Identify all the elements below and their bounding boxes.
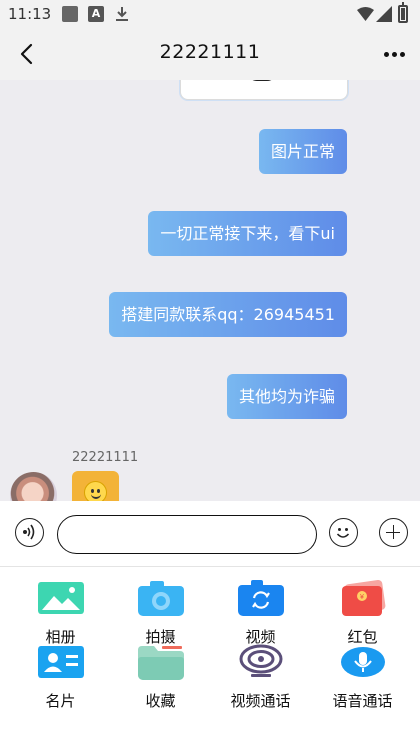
image-message[interactable]: [180, 80, 348, 100]
svg-text:¥: ¥: [360, 594, 364, 601]
chat-header: 22221111: [0, 28, 420, 80]
status-time: 11:13: [8, 5, 52, 23]
panel-label: 视频通话: [230, 692, 291, 710]
message-bubble[interactable]: 一切正常接下来，看下ui: [148, 211, 347, 256]
square-icon: [62, 6, 78, 22]
video-icon: [237, 580, 284, 616]
panel-item-red-packet[interactable]: ¥ 红包: [310, 580, 415, 647]
panel-item-favorites[interactable]: 收藏: [108, 644, 213, 711]
panel-label: 语音通话: [332, 692, 393, 710]
message-bubble[interactable]: 图片正常: [258, 129, 347, 174]
emoji-message[interactable]: [72, 471, 119, 501]
more-horizontal-icon[interactable]: [382, 42, 408, 66]
smiley-emoji-icon: [84, 481, 107, 501]
battery-icon: [398, 2, 408, 23]
signal-icon: [376, 6, 392, 22]
message-bubble[interactable]: 其他均为诈骗: [226, 374, 347, 419]
video-call-icon: [239, 644, 282, 677]
panel-item-video-call[interactable]: 视频通话: [208, 644, 313, 711]
favorites-folder-icon: [137, 646, 184, 680]
avatar[interactable]: [10, 472, 57, 501]
input-bar: [0, 501, 420, 567]
panel-item-camera[interactable]: 拍摄: [108, 580, 213, 647]
panel-item-contact-card[interactable]: 名片: [8, 644, 113, 711]
status-bar: 11:13 A: [0, 0, 420, 28]
image-content: [247, 80, 277, 81]
sender-name: 22221111: [72, 450, 139, 465]
panel-item-video[interactable]: 视频: [208, 580, 313, 647]
message-input[interactable]: [57, 515, 317, 554]
red-packet-icon: ¥: [341, 580, 385, 616]
a-icon: A: [88, 6, 104, 22]
download-icon: [116, 7, 128, 21]
panel-label: 名片: [45, 692, 76, 710]
panel-item-voice-call[interactable]: 语音通话: [310, 644, 415, 711]
wifi-icon: [357, 7, 374, 21]
panel-item-album[interactable]: 相册: [8, 580, 113, 647]
voice-button[interactable]: [15, 518, 44, 547]
voice-icon: [23, 524, 35, 540]
emoji-button[interactable]: [329, 518, 358, 547]
voice-call-icon: [340, 647, 385, 677]
contact-card-icon: [37, 646, 84, 678]
message-list[interactable]: 图片正常 一切正常接下来，看下ui 搭建同款联系qq：26945451 其他均为…: [0, 80, 420, 501]
message-bubble[interactable]: 搭建同款联系qq：26945451: [109, 292, 347, 337]
chat-title: 22221111: [159, 41, 261, 63]
panel-label: 收藏: [145, 692, 176, 710]
camera-icon: [137, 581, 184, 616]
function-panel: 相册 拍摄 视频 ¥ 红包 名片 收藏 视频通话 语音通话: [0, 568, 420, 742]
plus-button[interactable]: [379, 518, 408, 547]
emoji-icon: [336, 528, 350, 538]
album-icon: [37, 582, 84, 614]
